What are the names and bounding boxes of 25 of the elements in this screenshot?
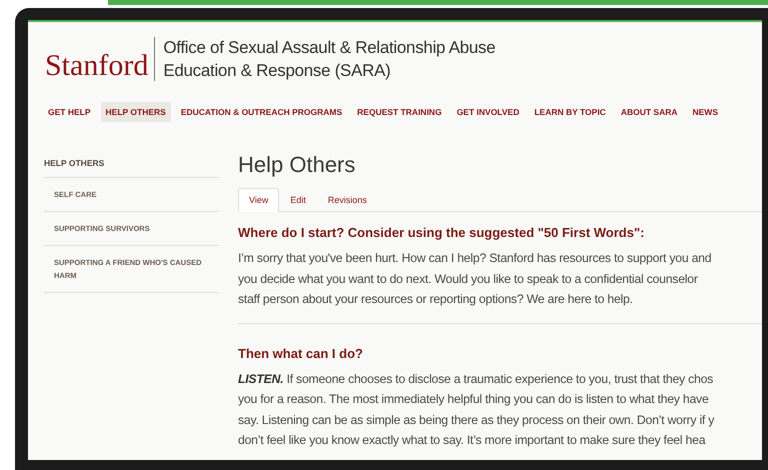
sidebar-heading[interactable]: HELP OTHERS: [44, 152, 219, 178]
section-heading: Then what can I do?: [238, 346, 364, 360]
nav-link[interactable]: GET HELP: [43, 102, 96, 122]
nav-link[interactable]: LEARN BY TOPIC: [529, 102, 611, 122]
paragraph-line: say. Listening can be as simple as being there as they process on their own. Don’t worry if y: [238, 412, 714, 428]
nav-link[interactable]: NEWS: [688, 102, 723, 122]
section-heading: Where do I start? Consider using the suggested "50 First Words":: [238, 225, 646, 240]
nav-link[interactable]: HELP OTHERS: [100, 102, 171, 122]
tab[interactable]: View: [238, 188, 280, 212]
nav-link[interactable]: GET INVOLVED: [452, 102, 524, 122]
nav-link[interactable]: REQUEST TRAINING: [352, 102, 447, 122]
paragraph-line: you decide what you want to do next. Would you like to speak to a confidential counselor: [238, 270, 698, 288]
tab[interactable]: Revisions: [316, 188, 378, 211]
site-title: Education & Response (SARA): [163, 60, 392, 82]
tab[interactable]: Edit: [279, 188, 317, 211]
logo[interactable]: Stanford: [45, 37, 156, 81]
page-title: Help Others: [238, 152, 356, 178]
nav-link[interactable]: EDUCATION & OUTREACH PROGRAMS: [176, 102, 348, 122]
nav-link[interactable]: ABOUT SARA: [616, 102, 682, 122]
paragraph-line: LISTEN. If someone chooses to disclose a traumatic experience to you, trust that they chos: [238, 370, 714, 388]
paragraph-line: staff person about your resources or reporting options? We are here to help.: [238, 291, 633, 308]
site-title: Office of Sexual Assault & Relationship Abuse: [163, 37, 496, 59]
paragraph-line: don’t feel like you know exactly what to say. It’s more important to make sure they feel hea: [238, 432, 706, 449]
paragraph-line: I’m sorry that you've been hurt. How can I help? Stanford has resources to support you and: [238, 250, 712, 267]
paragraph-line: you for a reason. The most immediately helpful thing you can do is listen to what they have: [238, 391, 709, 408]
